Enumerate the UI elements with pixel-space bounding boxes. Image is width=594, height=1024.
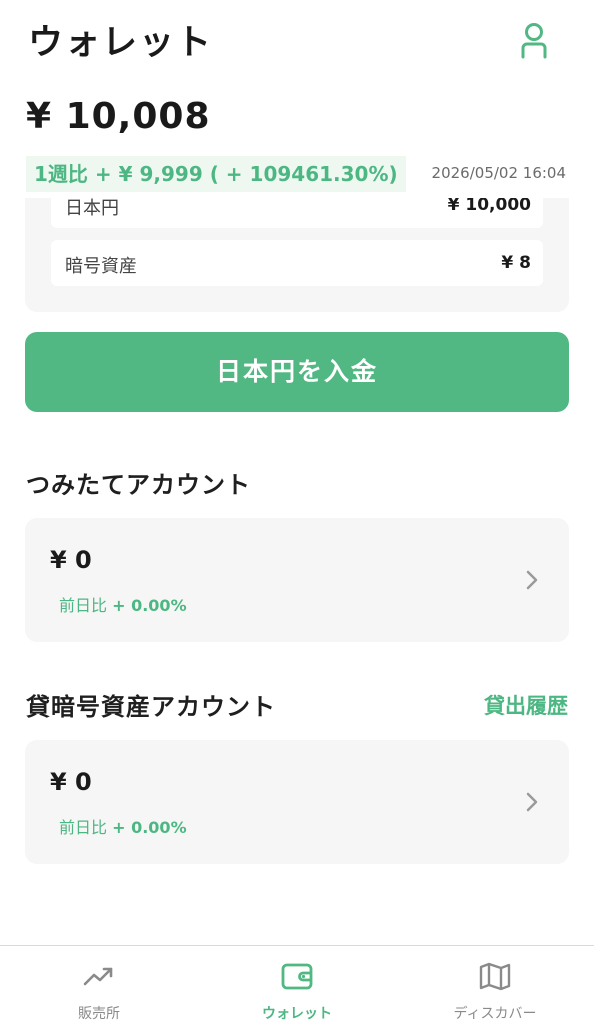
tab-wallet-label: ウォレット [262, 1006, 332, 1022]
tab-discover-label: ディスカバー [453, 1006, 537, 1022]
tsumitate-amount: ¥ 0 [50, 546, 92, 574]
tab-market-label: 販売所 [78, 1006, 120, 1022]
user-icon [521, 23, 547, 59]
lending-account-card[interactable]: ¥ 0 前日比 + 0.00% [25, 740, 569, 864]
crypto-value: ¥ 8 [501, 253, 531, 273]
page-title: ウォレット [28, 23, 214, 63]
jpy-row: 日本円 ¥ 10,000 [51, 198, 543, 228]
trending-up-icon [83, 967, 113, 986]
crypto-row: 暗号資産 ¥ 8 [51, 240, 543, 286]
map-icon [479, 962, 511, 991]
profile-button[interactable] [516, 20, 552, 60]
tsumitate-day-change: 前日比 + 0.00% [59, 592, 187, 616]
tsumitate-section-title: つみたてアカウント [26, 471, 251, 499]
jpy-label: 日本円 [65, 198, 119, 219]
change-row: 1週比 + ¥ 9,999 ( + 109461.30%) 2026/05/02… [26, 156, 574, 194]
chevron-right-icon [526, 570, 538, 590]
total-balance: ¥ 10,008 [26, 96, 211, 137]
day-change-value: + 0.00% [112, 596, 187, 615]
tab-market[interactable]: 販売所 [0, 946, 198, 1024]
lending-section-title: 貸暗号資産アカウント [26, 693, 276, 721]
deposit-jpy-button[interactable]: 日本円を入金 [25, 332, 569, 412]
asset-summary-card: 日本円 ¥ 10,000 暗号資産 ¥ 8 [25, 198, 569, 312]
wallet-icon [281, 963, 313, 990]
day-change-label: 前日比 [59, 818, 108, 837]
bottom-tab-bar: 販売所 ウォレット ディスカバー [0, 945, 594, 1024]
day-change-value: + 0.00% [112, 818, 187, 837]
tab-wallet[interactable]: ウォレット [198, 946, 396, 1024]
chevron-right-icon [526, 792, 538, 812]
jpy-value: ¥ 10,000 [447, 198, 531, 215]
lending-day-change: 前日比 + 0.00% [59, 814, 187, 838]
lending-amount: ¥ 0 [50, 768, 92, 796]
tsumitate-account-card[interactable]: ¥ 0 前日比 + 0.00% [25, 518, 569, 642]
weekly-change-badge: 1週比 + ¥ 9,999 ( + 109461.30%) [26, 156, 406, 192]
crypto-label: 暗号資産 [65, 256, 137, 277]
tab-discover[interactable]: ディスカバー [396, 946, 594, 1024]
lending-history-link[interactable]: 貸出履歴 [484, 690, 568, 720]
timestamp: 2026/05/02 16:04 [431, 164, 566, 182]
day-change-label: 前日比 [59, 596, 108, 615]
header: ウォレット [0, 0, 594, 80]
